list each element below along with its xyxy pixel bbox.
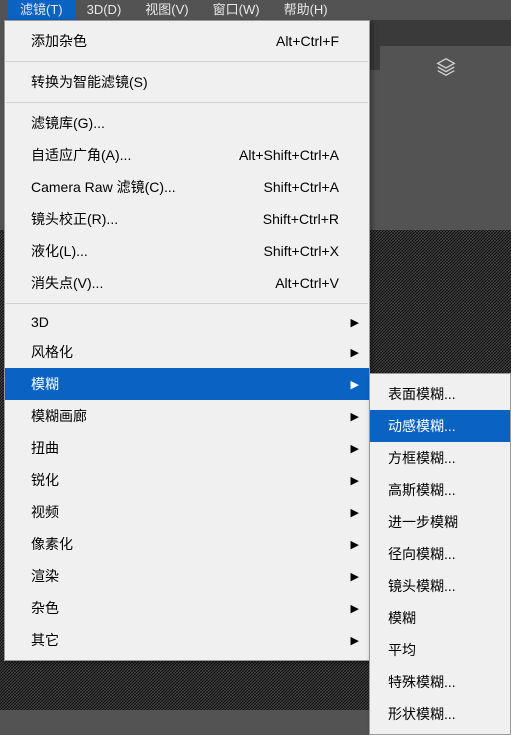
chevron-right-icon: ▶ bbox=[351, 634, 359, 647]
menu-stylize[interactable]: 风格化 ▶ bbox=[5, 336, 369, 368]
layers-stack-icon[interactable] bbox=[435, 56, 457, 78]
menu-item-label: 风格化 bbox=[31, 342, 73, 362]
separator bbox=[6, 61, 368, 62]
separator bbox=[6, 102, 368, 103]
submenu-radial-blur[interactable]: 径向模糊... bbox=[370, 538, 510, 570]
menu-noise[interactable]: 杂色 ▶ bbox=[5, 592, 369, 624]
chevron-right-icon: ▶ bbox=[351, 538, 359, 551]
menu-item-label: 扭曲 bbox=[31, 438, 59, 458]
menu-item-label: 方框模糊... bbox=[388, 448, 456, 468]
filter-dropdown: 添加杂色 Alt+Ctrl+F 转换为智能滤镜(S) 滤镜库(G)... 自适应… bbox=[4, 20, 370, 661]
menu-item-label: 形状模糊... bbox=[388, 704, 456, 724]
menu-item-shortcut: Shift+Ctrl+A bbox=[264, 179, 339, 195]
menu-add-noise[interactable]: 添加杂色 Alt+Ctrl+F bbox=[5, 25, 369, 57]
separator bbox=[6, 303, 368, 304]
menu-item-label: Camera Raw 滤镜(C)... bbox=[31, 177, 176, 197]
menu-item-label: 表面模糊... bbox=[388, 384, 456, 404]
chevron-right-icon: ▶ bbox=[351, 442, 359, 455]
submenu-gaussian-blur[interactable]: 高斯模糊... bbox=[370, 474, 510, 506]
menu-smart-filter[interactable]: 转换为智能滤镜(S) bbox=[5, 66, 369, 98]
menu-item-label: 转换为智能滤镜(S) bbox=[31, 72, 148, 92]
menu-adaptive-wide-angle[interactable]: 自适应广角(A)... Alt+Shift+Ctrl+A bbox=[5, 139, 369, 171]
submenu-motion-blur[interactable]: 动感模糊... bbox=[370, 410, 510, 442]
menu-item-label: 滤镜库(G)... bbox=[31, 113, 105, 133]
menu-item-label: 镜头模糊... bbox=[388, 576, 456, 596]
menu-liquify[interactable]: 液化(L)... Shift+Ctrl+X bbox=[5, 235, 369, 267]
menu-item-label: 液化(L)... bbox=[31, 241, 88, 261]
menu-render[interactable]: 渲染 ▶ bbox=[5, 560, 369, 592]
chevron-right-icon: ▶ bbox=[351, 570, 359, 583]
menu-item-label: 杂色 bbox=[31, 598, 59, 618]
chevron-right-icon: ▶ bbox=[351, 316, 359, 329]
menubar-view[interactable]: 视图(V) bbox=[133, 0, 200, 20]
submenu-shape-blur[interactable]: 形状模糊... bbox=[370, 698, 510, 730]
menu-item-label: 消失点(V)... bbox=[31, 273, 103, 293]
menu-vanishing-point[interactable]: 消失点(V)... Alt+Ctrl+V bbox=[5, 267, 369, 299]
menu-blur[interactable]: 模糊 ▶ bbox=[5, 368, 369, 400]
menu-item-label: 视频 bbox=[31, 502, 59, 522]
menu-other[interactable]: 其它 ▶ bbox=[5, 624, 369, 656]
menubar-filter[interactable]: 滤镜(T) bbox=[8, 0, 75, 20]
submenu-lens-blur[interactable]: 镜头模糊... bbox=[370, 570, 510, 602]
menu-filter-gallery[interactable]: 滤镜库(G)... bbox=[5, 107, 369, 139]
menu-item-shortcut: Alt+Ctrl+F bbox=[276, 33, 339, 49]
menu-item-label: 像素化 bbox=[31, 534, 73, 554]
chevron-right-icon: ▶ bbox=[351, 602, 359, 615]
menu-item-shortcut: Shift+Ctrl+X bbox=[264, 243, 339, 259]
submenu-surface-blur[interactable]: 表面模糊... bbox=[370, 378, 510, 410]
menu-item-label: 自适应广角(A)... bbox=[31, 145, 131, 165]
menu-pixelate[interactable]: 像素化 ▶ bbox=[5, 528, 369, 560]
menu-video[interactable]: 视频 ▶ bbox=[5, 496, 369, 528]
menu-item-label: 进一步模糊 bbox=[388, 512, 458, 532]
menubar: 滤镜(T) 3D(D) 视图(V) 窗口(W) 帮助(H) bbox=[0, 0, 511, 20]
menu-3d[interactable]: 3D ▶ bbox=[5, 308, 369, 336]
submenu-special-blur[interactable]: 特殊模糊... bbox=[370, 666, 510, 698]
menu-blur-gallery[interactable]: 模糊画廊 ▶ bbox=[5, 400, 369, 432]
submenu-box-blur[interactable]: 方框模糊... bbox=[370, 442, 510, 474]
menu-lens-correction[interactable]: 镜头校正(R)... Shift+Ctrl+R bbox=[5, 203, 369, 235]
menu-item-label: 特殊模糊... bbox=[388, 672, 456, 692]
submenu-blur[interactable]: 模糊 bbox=[370, 602, 510, 634]
chevron-right-icon: ▶ bbox=[351, 378, 359, 391]
menu-item-label: 高斯模糊... bbox=[388, 480, 456, 500]
menu-item-shortcut: Shift+Ctrl+R bbox=[263, 211, 339, 227]
chevron-right-icon: ▶ bbox=[351, 410, 359, 423]
menu-item-shortcut: Alt+Ctrl+V bbox=[275, 275, 339, 291]
menu-item-label: 动感模糊... bbox=[388, 416, 456, 436]
chevron-right-icon: ▶ bbox=[351, 474, 359, 487]
blur-submenu: 表面模糊... 动感模糊... 方框模糊... 高斯模糊... 进一步模糊 径向… bbox=[369, 373, 511, 735]
submenu-further-blur[interactable]: 进一步模糊 bbox=[370, 506, 510, 538]
chevron-right-icon: ▶ bbox=[351, 346, 359, 359]
menubar-window[interactable]: 窗口(W) bbox=[201, 0, 272, 20]
menu-item-label: 模糊画廊 bbox=[31, 406, 87, 426]
menu-item-shortcut: Alt+Shift+Ctrl+A bbox=[239, 147, 339, 163]
menu-item-label: 模糊 bbox=[388, 608, 416, 628]
submenu-average[interactable]: 平均 bbox=[370, 634, 510, 666]
chevron-right-icon: ▶ bbox=[351, 506, 359, 519]
menu-item-label: 3D bbox=[31, 314, 49, 330]
menu-sharpen[interactable]: 锐化 ▶ bbox=[5, 464, 369, 496]
menu-item-label: 模糊 bbox=[31, 374, 59, 394]
menu-item-label: 镜头校正(R)... bbox=[31, 209, 118, 229]
menu-distort[interactable]: 扭曲 ▶ bbox=[5, 432, 369, 464]
menu-item-label: 添加杂色 bbox=[31, 31, 87, 51]
menu-item-label: 其它 bbox=[31, 630, 59, 650]
menu-item-label: 平均 bbox=[388, 640, 416, 660]
menubar-help[interactable]: 帮助(H) bbox=[272, 0, 340, 20]
menu-item-label: 渲染 bbox=[31, 566, 59, 586]
top-panel-icons bbox=[380, 46, 511, 88]
menubar-3d[interactable]: 3D(D) bbox=[75, 0, 134, 20]
menu-item-label: 锐化 bbox=[31, 470, 59, 490]
menu-item-label: 径向模糊... bbox=[388, 544, 456, 564]
menu-camera-raw[interactable]: Camera Raw 滤镜(C)... Shift+Ctrl+A bbox=[5, 171, 369, 203]
